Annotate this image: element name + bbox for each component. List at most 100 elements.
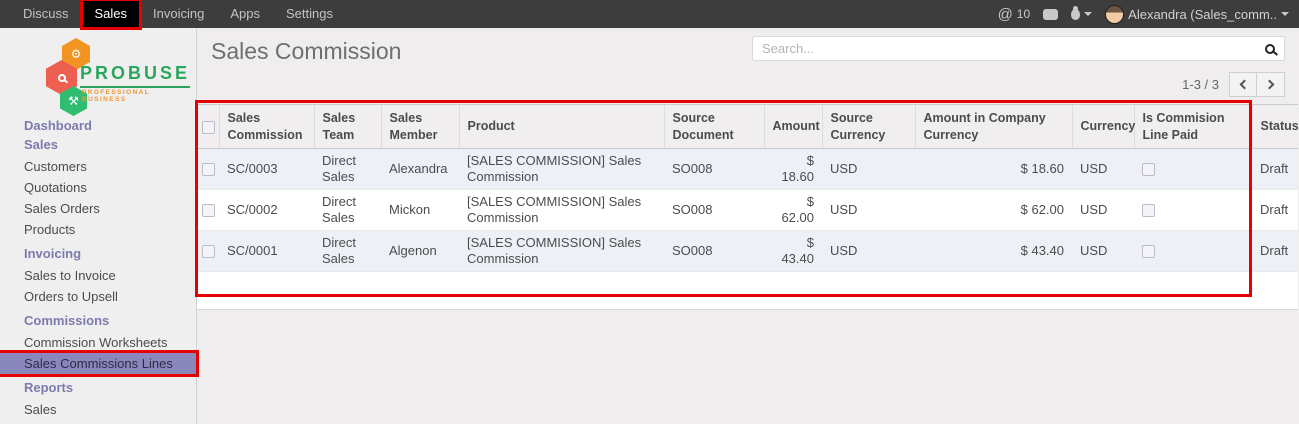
cell-amount-in-company-currency: $ 43.40 <box>915 231 1072 272</box>
table-header-row: Sales CommissionSales TeamSales MemberPr… <box>197 105 1298 149</box>
row-select-checkbox[interactable] <box>202 163 215 176</box>
column-header-product[interactable]: Product <box>459 105 664 149</box>
chevron-left-icon <box>1240 80 1250 90</box>
column-header-sales-member[interactable]: Sales Member <box>381 105 459 149</box>
select-all-checkbox[interactable] <box>202 121 215 134</box>
search-icon[interactable] <box>1265 44 1275 54</box>
sidebar-section-dashboard: Dashboard <box>0 118 196 133</box>
debug-menu[interactable] <box>1071 8 1092 20</box>
app-menu-invoicing[interactable]: Invoicing <box>141 1 216 27</box>
sidebar-section-sales: Sales CustomersQuotationsSales OrdersProd… <box>0 137 196 240</box>
pager-range: 1-3 / 3 <box>1182 77 1219 92</box>
page: { "topbar": { "menus": [ {"label": "Disc… <box>0 0 1299 424</box>
column-header-status[interactable]: Status <box>1252 105 1298 149</box>
sidebar-header-reports[interactable]: Reports <box>0 380 196 395</box>
sidebar-item-sales[interactable]: Sales <box>0 399 196 420</box>
cell-sales-commission: SC/0003 <box>219 149 314 190</box>
cell-currency: USD <box>1072 149 1134 190</box>
caret-down-icon <box>1281 12 1289 20</box>
probuse-logo: ⚙ ⚒ PROBUSE PROFESSIONAL BUSINESS <box>10 38 186 116</box>
pager-prev-button[interactable] <box>1229 72 1257 97</box>
column-header-source-document[interactable]: Source Document <box>664 105 764 149</box>
row-select-checkbox[interactable] <box>202 204 215 217</box>
cell-amount: $ 62.00 <box>764 190 822 231</box>
sidebar-section-commissions: Commissions Commission WorksheetsSales Co… <box>0 313 196 374</box>
cell-amount-in-company-currency: $ 62.00 <box>915 190 1072 231</box>
cell-status: Draft <box>1252 149 1298 190</box>
cell-is-paid <box>1134 231 1252 272</box>
column-header-is-commision-line-paid[interactable]: Is Commision Line Paid <box>1134 105 1252 149</box>
layout: ⚙ ⚒ PROBUSE PROFESSIONAL BUSINESS Dashbo… <box>0 28 1299 424</box>
app-menu-settings[interactable]: Settings <box>274 1 345 27</box>
sidebar-item-quotations[interactable]: Quotations <box>0 177 196 198</box>
cell-status: Draft <box>1252 190 1298 231</box>
sidebar-item-orders-to-upsell[interactable]: Orders to Upsell <box>0 286 196 307</box>
pager: 1-3 / 3 <box>1182 72 1285 97</box>
sidebar-item-sales-orders[interactable]: Sales Orders <box>0 198 196 219</box>
sidebar-header-dashboard[interactable]: Dashboard <box>0 118 196 133</box>
column-header-sales-team[interactable]: Sales Team <box>314 105 381 149</box>
app-menu-discuss[interactable]: Discuss <box>11 1 81 27</box>
logo-subtitle: PROFESSIONAL BUSINESS <box>82 89 186 103</box>
table-row-sc-0002[interactable]: SC/0002Direct SalesMickon[SALES COMMISSI… <box>197 190 1298 231</box>
commission-table: Sales CommissionSales TeamSales MemberPr… <box>197 104 1298 309</box>
cell-sales-member: Mickon <box>381 190 459 231</box>
cell-amount: $ 18.60 <box>764 149 822 190</box>
sidebar-header-commissions[interactable]: Commissions <box>0 313 196 328</box>
cell-source-currency: USD <box>822 190 915 231</box>
mention-count: 10 <box>1017 7 1030 21</box>
cell-sales-team: Direct Sales <box>314 149 381 190</box>
table-row-sc-0001[interactable]: SC/0001Direct SalesAlgenon[SALES COMMISS… <box>197 231 1298 272</box>
cell-is-paid <box>1134 149 1252 190</box>
sidebar-section-reports: Reports Sales <box>0 380 196 420</box>
sidebar-item-products[interactable]: Products <box>0 219 196 240</box>
sidebar-header-invoicing[interactable]: Invoicing <box>0 246 196 261</box>
row-select-checkbox[interactable] <box>202 245 215 258</box>
bug-icon <box>1071 9 1080 20</box>
cell-source-document: SO008 <box>664 231 764 272</box>
is-paid-checkbox[interactable] <box>1142 245 1155 258</box>
pager-next-button[interactable] <box>1257 72 1285 97</box>
cell-product: [SALES COMMISSION] Sales Commission <box>459 149 664 190</box>
logo-title: PROBUSE <box>80 63 190 88</box>
cell-amount: $ 43.40 <box>764 231 822 272</box>
page-title: Sales Commission <box>211 38 401 65</box>
cell-source-document: SO008 <box>664 149 764 190</box>
column-header-sales-commission[interactable]: Sales Commission <box>219 105 314 149</box>
empty-row <box>197 272 1298 309</box>
caret-down-icon <box>1084 12 1092 20</box>
column-header-source-currency[interactable]: Source Currency <box>822 105 915 149</box>
user-menu[interactable]: Alexandra (Sales_comm.. <box>1105 5 1289 24</box>
cell-currency: USD <box>1072 190 1134 231</box>
at-icon: @ <box>998 6 1013 23</box>
column-header-amount-in-company-currency[interactable]: Amount in Company Currency <box>915 105 1072 149</box>
cell-status: Draft <box>1252 231 1298 272</box>
app-menu-sales[interactable]: Sales <box>83 1 140 27</box>
cell-sales-team: Direct Sales <box>314 231 381 272</box>
search-input[interactable] <box>762 41 1265 56</box>
chevron-right-icon <box>1264 80 1274 90</box>
cell-currency: USD <box>1072 231 1134 272</box>
cell-sales-member: Algenon <box>381 231 459 272</box>
cell-sales-commission: SC/0002 <box>219 190 314 231</box>
topbar: DiscussSalesInvoicingAppsSettings @ 10 A… <box>0 0 1299 28</box>
column-header-amount[interactable]: Amount <box>764 105 822 149</box>
mention-counter[interactable]: @ 10 <box>998 6 1031 23</box>
sidebar-item-sales-to-invoice[interactable]: Sales to Invoice <box>0 265 196 286</box>
chat-bubble-icon[interactable] <box>1043 9 1058 20</box>
is-paid-checkbox[interactable] <box>1142 204 1155 217</box>
sidebar-item-customers[interactable]: Customers <box>0 156 196 177</box>
sidebar-item-sales-commissions-lines[interactable]: Sales Commissions Lines <box>0 353 196 374</box>
user-name: Alexandra (Sales_comm.. <box>1128 7 1277 22</box>
sidebar-item-commission-worksheets[interactable]: Commission Worksheets <box>0 332 196 353</box>
app-menu-apps[interactable]: Apps <box>218 1 272 27</box>
cell-sales-team: Direct Sales <box>314 190 381 231</box>
cell-product: [SALES COMMISSION] Sales Commission <box>459 190 664 231</box>
is-paid-checkbox[interactable] <box>1142 163 1155 176</box>
cell-source-currency: USD <box>822 231 915 272</box>
table-row-sc-0003[interactable]: SC/0003Direct SalesAlexandra[SALES COMMI… <box>197 149 1298 190</box>
column-header-currency[interactable]: Currency <box>1072 105 1134 149</box>
avatar <box>1105 5 1124 24</box>
sidebar-header-sales[interactable]: Sales <box>0 137 196 152</box>
topbar-right: @ 10 Alexandra (Sales_comm.. <box>998 5 1289 24</box>
